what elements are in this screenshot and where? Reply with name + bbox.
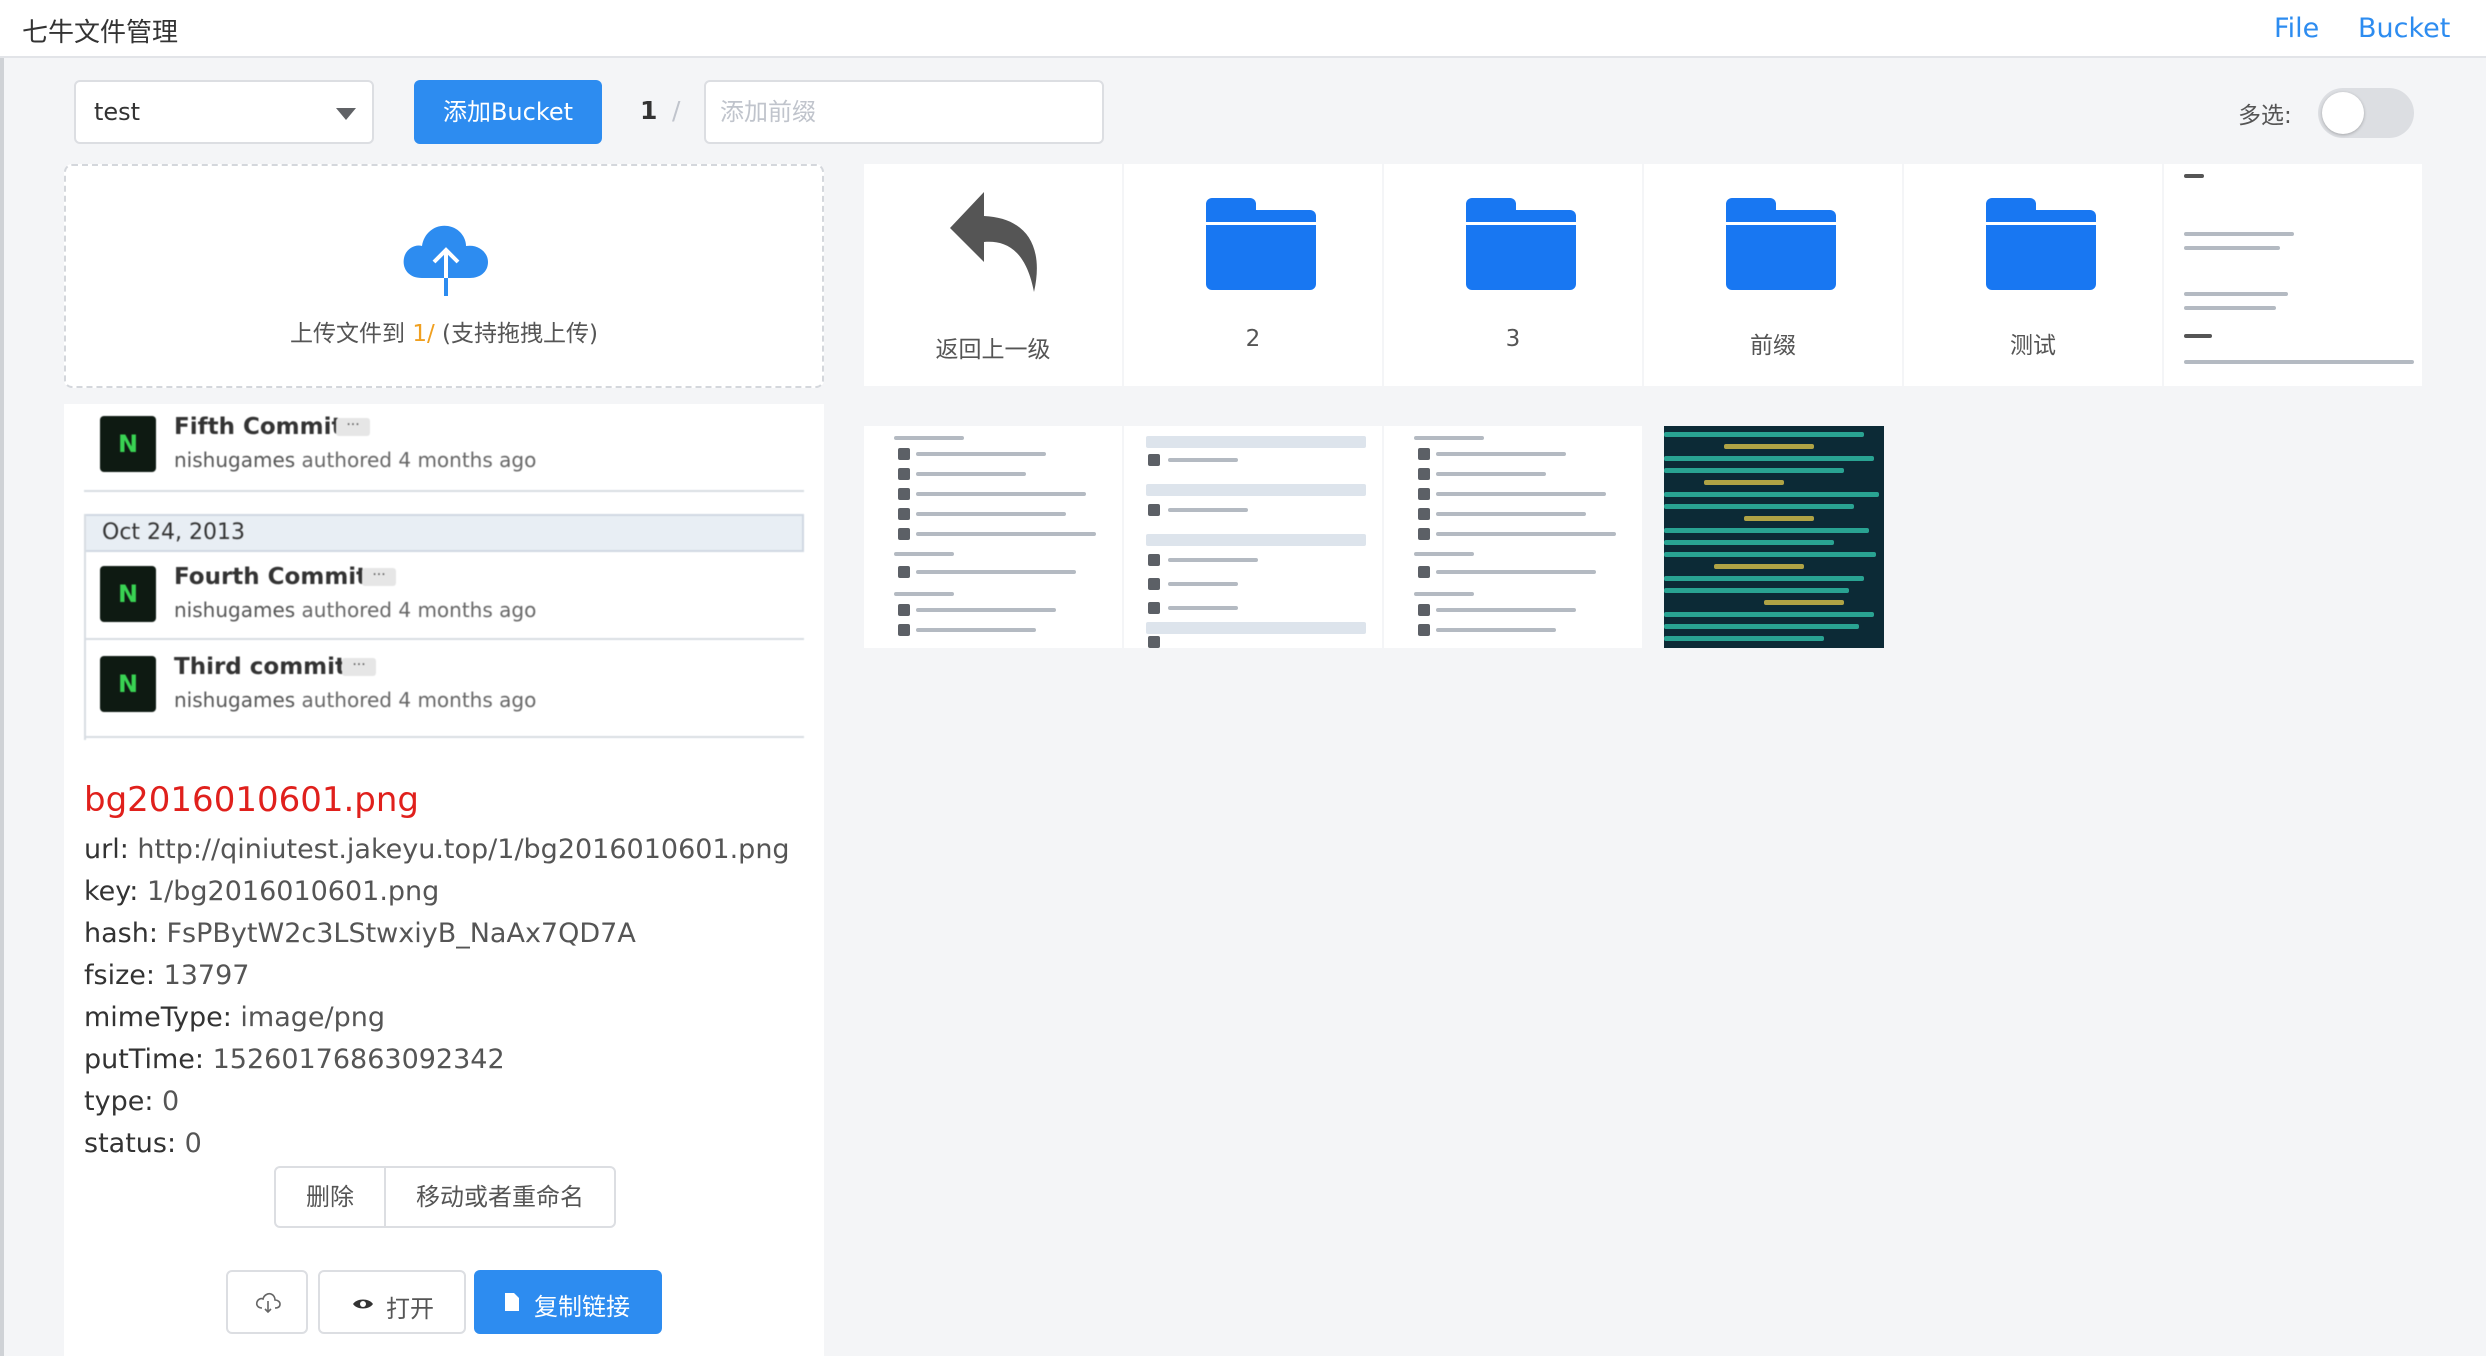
cloud-download-icon — [255, 1292, 281, 1314]
file-thumbnail-image[interactable] — [1124, 426, 1382, 648]
file-info-hash: hash: FsPBytW2c3LStwxiyB_NaAx7QD7A — [84, 918, 636, 949]
divider — [84, 514, 86, 740]
commit-title: Fifth Commit — [174, 414, 343, 440]
open-label: 打开 — [386, 1295, 434, 1323]
commit-meta: nishugames authored 4 months ago — [174, 598, 537, 622]
back-up-label: 返回上一级 — [935, 337, 1051, 363]
file-info-url: url: http://qiniutest.jakeyu.top/1/bg201… — [84, 834, 790, 865]
folder-card[interactable]: 2 — [1124, 164, 1382, 386]
folder-label: 3 — [1505, 326, 1521, 352]
file-thumbnail-image[interactable] — [864, 426, 1122, 648]
folder-icon — [1466, 198, 1576, 290]
file-info-status: status: 0 — [84, 1128, 202, 1159]
breadcrumb-separator: / — [672, 96, 681, 125]
preview-commit-row: N Fourth Commit ··· nishugames authored … — [84, 552, 804, 632]
divider — [84, 490, 804, 492]
folder-label: 测试 — [2010, 333, 2056, 359]
more-dots-icon: ··· — [362, 568, 396, 586]
upload-hint-prefix: 上传文件到 — [290, 321, 406, 347]
folder-icon — [1986, 198, 2096, 290]
avatar: N — [100, 656, 156, 712]
file-name: bg2016010601.png — [84, 780, 420, 820]
bucket-select-value: test — [94, 98, 141, 126]
commit-meta: nishugames authored 4 months ago — [174, 688, 537, 712]
file-thumbnail-image[interactable] — [1664, 426, 1884, 648]
more-dots-icon: ··· — [342, 658, 376, 676]
breadcrumb-root[interactable]: 1 — [640, 96, 657, 125]
top-bar: 七牛文件管理 File Bucket — [0, 0, 2486, 58]
chevron-down-icon — [336, 108, 356, 120]
upload-hint: 上传文件到 1/ (支持拖拽上传) — [66, 314, 822, 348]
app-title: 七牛文件管理 — [22, 18, 179, 48]
file-preview-image: N Fifth Commit ··· nishugames authored 4… — [84, 410, 806, 740]
nav-bucket-link[interactable]: Bucket — [2358, 13, 2450, 44]
folder-card[interactable]: 3 — [1384, 164, 1642, 386]
file-info-key: key: 1/bg2016010601.png — [84, 876, 440, 907]
upload-dropzone[interactable]: 上传文件到 1/ (支持拖拽上传) — [64, 164, 824, 388]
commit-title: Third commit — [174, 654, 347, 680]
divider — [84, 736, 804, 738]
folder-icon — [1726, 198, 1836, 290]
folder-label: 前缀 — [1750, 333, 1796, 359]
preview-date-header: Oct 24, 2013 — [84, 514, 804, 552]
window-edge — [0, 58, 4, 1356]
bucket-select[interactable]: test — [74, 80, 374, 144]
more-dots-icon: ··· — [336, 418, 370, 436]
prefix-input[interactable] — [704, 80, 1104, 144]
file-thumbnail-document[interactable] — [2164, 164, 2422, 386]
toggle-knob — [2322, 92, 2364, 134]
folder-label: 2 — [1245, 326, 1261, 352]
preview-commit-row: N Third commit ··· nishugames authored 4… — [84, 642, 804, 722]
avatar: N — [100, 416, 156, 472]
multi-select-toggle[interactable] — [2318, 88, 2414, 138]
back-up-card[interactable]: 返回上一级 — [864, 164, 1122, 386]
upload-hint-suffix: (支持拖拽上传) — [442, 321, 598, 347]
commit-title: Fourth Commit — [174, 564, 368, 590]
folder-card[interactable]: 前缀 — [1644, 164, 1902, 386]
download-button[interactable] — [226, 1270, 308, 1334]
divider — [84, 638, 804, 640]
folder-icon — [1206, 198, 1316, 290]
file-thumbnail-image[interactable] — [1384, 426, 1642, 648]
multi-select-label: 多选: — [2238, 103, 2292, 129]
file-info-type: type: 0 — [84, 1086, 180, 1117]
file-info-fsize: fsize: 13797 — [84, 960, 250, 991]
cloud-upload-icon — [403, 225, 488, 296]
copy-link-label: 复制链接 — [534, 1293, 630, 1321]
back-arrow-icon — [950, 192, 1037, 292]
document-icon — [505, 1293, 519, 1311]
file-action-group: 删除 移动或者重命名 — [274, 1166, 616, 1228]
move-rename-button[interactable]: 移动或者重命名 — [386, 1168, 614, 1226]
upload-path: 1/ — [412, 321, 435, 347]
nav-file-link[interactable]: File — [2274, 13, 2319, 44]
add-bucket-button[interactable]: 添加Bucket — [414, 80, 602, 144]
file-info-mimetype: mimeType: image/png — [84, 1002, 386, 1033]
delete-button[interactable]: 删除 — [276, 1168, 386, 1226]
folder-card[interactable]: 测试 — [1904, 164, 2162, 386]
avatar: N — [100, 566, 156, 622]
eye-icon — [353, 1299, 373, 1309]
preview-commit-row: N Fifth Commit ··· nishugames authored 4… — [84, 410, 804, 490]
copy-link-button[interactable]: 复制链接 — [474, 1270, 662, 1334]
commit-meta: nishugames authored 4 months ago — [174, 448, 537, 472]
open-button[interactable]: 打开 — [318, 1270, 466, 1334]
file-info-puttime: putTime: 15260176863092342 — [84, 1044, 505, 1075]
